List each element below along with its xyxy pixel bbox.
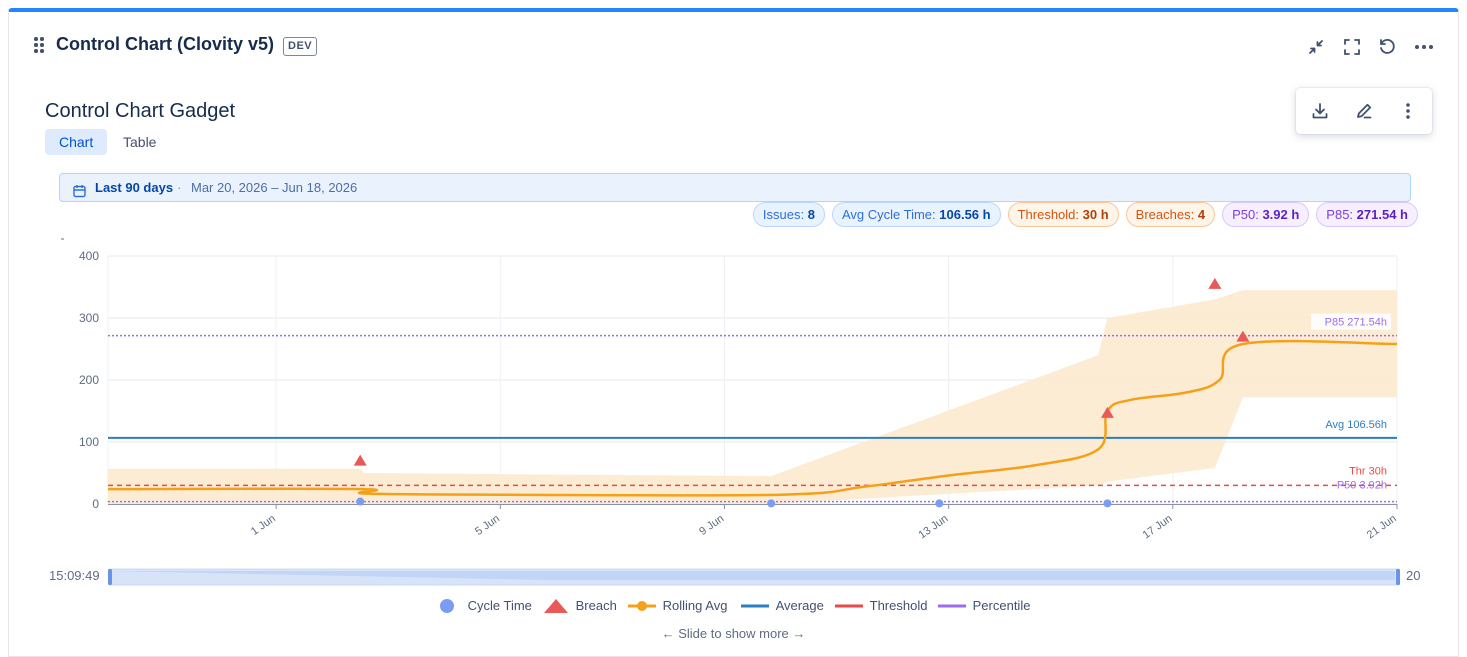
x-tick-label: 17 Jun bbox=[1141, 513, 1175, 542]
legend-line-icon bbox=[938, 604, 966, 608]
threshold-label: Thr 30h bbox=[1349, 465, 1387, 477]
legend-threshold[interactable]: Threshold bbox=[834, 597, 927, 617]
legend-line-icon bbox=[835, 604, 863, 608]
legend-percentile[interactable]: Percentile bbox=[937, 597, 1030, 617]
breach-marker bbox=[353, 454, 367, 466]
y-tick-label: 400 bbox=[79, 249, 99, 263]
legend-line-icon bbox=[741, 604, 769, 608]
legend-rolling-avg[interactable]: Rolling Avg bbox=[627, 597, 727, 617]
p50-label: P50 3.92h bbox=[1337, 480, 1387, 492]
chart-legend: Cycle Time Breach Rolling Avg Average Th… bbox=[0, 597, 1467, 617]
legend-breach[interactable]: Breach bbox=[542, 597, 617, 617]
zoom-slider-selection bbox=[109, 569, 1399, 585]
page: Control Chart (Clovity v5) DEV Control C… bbox=[0, 0, 1467, 657]
x-tick-label: 1 Jun bbox=[249, 513, 278, 538]
x-tick-label: 5 Jun bbox=[473, 513, 502, 538]
zoom-handle-left bbox=[108, 569, 112, 585]
average-label: Avg 106.56h bbox=[1325, 419, 1387, 431]
slider-end-label: 20 bbox=[1406, 568, 1421, 583]
slider-start-label: 15:09:49 bbox=[49, 568, 100, 583]
legend-dot-icon bbox=[440, 599, 454, 613]
breach-marker bbox=[1208, 277, 1222, 289]
y-tick-label: 200 bbox=[79, 373, 99, 387]
legend-triangle-icon bbox=[544, 599, 568, 613]
x-tick-label: 9 Jun bbox=[697, 513, 726, 538]
x-tick-label: 13 Jun bbox=[916, 513, 950, 542]
zoom-handle-right bbox=[1396, 569, 1400, 585]
cycle-time-point bbox=[356, 497, 365, 506]
legend-average[interactable]: Average bbox=[740, 597, 824, 617]
y-tick-label: 100 bbox=[79, 435, 99, 449]
legend-line-dot-icon bbox=[628, 601, 656, 611]
p85-label: P85 271.54h bbox=[1325, 317, 1387, 329]
control-chart: 0 100 200 300 400 1 Jun 5 Jun 9 Jun 13 Jun 17 Jun… bbox=[61, 238, 1400, 586]
cycle-time-point bbox=[767, 499, 776, 508]
legend-cycle-time[interactable]: Cycle Time bbox=[437, 597, 532, 617]
cycle-time-point bbox=[935, 499, 944, 508]
slide-hint: ← Slide to show more → bbox=[661, 626, 806, 641]
y-tick-label: 0 bbox=[92, 497, 99, 511]
cycle-time-point bbox=[1103, 499, 1112, 508]
x-tick-label: 21 Jun bbox=[1365, 513, 1399, 542]
rolling-avg-band bbox=[108, 290, 1397, 504]
y-tick-label: 300 bbox=[79, 311, 99, 325]
